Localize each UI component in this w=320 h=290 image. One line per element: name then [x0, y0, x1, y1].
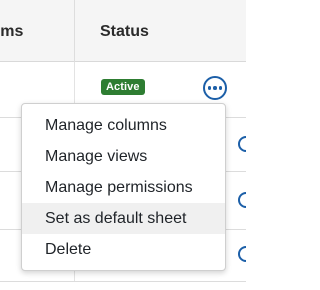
menu-item-manage-permissions[interactable]: Manage permissions [22, 172, 225, 203]
menu-item-manage-views[interactable]: Manage views [22, 141, 225, 172]
sheet-actions-menu: Manage columns Manage views Manage permi… [21, 103, 226, 271]
more-options-button[interactable] [203, 76, 227, 100]
column-header-partial[interactable]: rms [0, 23, 23, 41]
column-divider[interactable] [74, 0, 75, 62]
more-horizontal-icon-dot [213, 86, 217, 90]
more-horizontal-icon [207, 86, 212, 90]
menu-item-manage-columns[interactable]: Manage columns [22, 110, 225, 141]
more-options-button-partial[interactable] [238, 192, 246, 208]
menu-item-delete[interactable]: Delete [22, 234, 225, 265]
more-horizontal-icon-dot [218, 86, 223, 90]
status-badge: Active [101, 79, 145, 95]
column-header-status[interactable]: Status [100, 23, 149, 41]
more-options-button-partial[interactable] [238, 246, 246, 262]
menu-item-set-default-sheet[interactable]: Set as default sheet [22, 203, 225, 234]
table-header: rms Status [0, 0, 246, 62]
more-options-button-partial[interactable] [238, 136, 246, 152]
sheet-view: rms Status Active Manage columns Manage … [0, 0, 246, 290]
